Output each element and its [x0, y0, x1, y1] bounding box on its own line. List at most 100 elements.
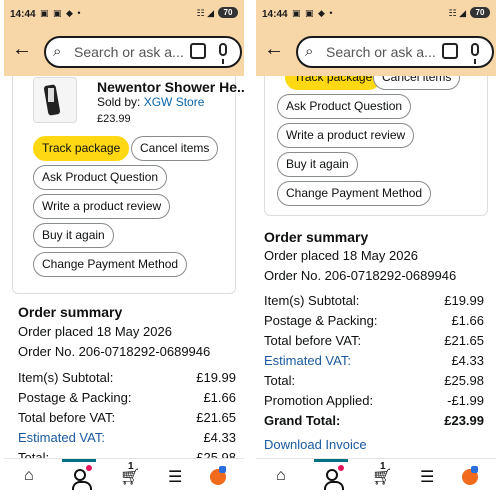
microphone-icon[interactable]	[471, 43, 479, 64]
summary-row-promotion: Promotion Applied: -£1.99	[264, 393, 484, 408]
item-card: Newentor Shower He... Sold by: XGW Store…	[12, 76, 244, 294]
search-bar[interactable]: ⌕ Search or ask a...	[44, 36, 242, 68]
estimated-vat-link[interactable]: Estimated VAT:	[18, 430, 105, 445]
signal-icons: ☷ ◢	[196, 8, 215, 18]
active-tab-indicator	[62, 459, 96, 462]
row-label: Postage & Packing:	[18, 390, 132, 405]
row-label: Postage & Packing:	[264, 313, 378, 328]
ask-question-button[interactable]: Ask Product Question	[277, 94, 412, 119]
product-image[interactable]	[33, 77, 77, 123]
notification-dot	[338, 465, 344, 471]
camera-search-icon[interactable]	[442, 43, 458, 59]
cancel-items-button[interactable]: Cancel items	[131, 136, 219, 161]
notification-icons: ▣ ▣ ◆ •	[40, 8, 82, 18]
battery-icon: 70	[470, 7, 490, 18]
row-value: £4.33	[451, 353, 484, 368]
summary-row-before-vat: Total before VAT: £21.65	[264, 333, 484, 348]
status-time: 14:44	[262, 9, 288, 20]
menu-icon[interactable]: ☰	[168, 467, 182, 487]
search-icon: ⌕	[305, 43, 314, 60]
search-icon: ⌕	[53, 43, 62, 60]
menu-icon[interactable]: ☰	[420, 467, 434, 487]
account-icon[interactable]	[324, 469, 344, 490]
home-icon[interactable]: ⌂	[276, 467, 286, 485]
row-value: £1.66	[203, 390, 236, 405]
ask-question-button[interactable]: Ask Product Question	[33, 165, 168, 190]
estimated-vat-link[interactable]: Estimated VAT:	[264, 353, 351, 368]
status-bar: 14:44 ▣ ▣ ◆ • ☷ ◢ 70	[256, 0, 496, 26]
sold-by-label: Sold by:	[97, 95, 144, 109]
camera-search-icon[interactable]	[190, 43, 206, 59]
order-number: Order No. 206-0718292-0689946	[18, 344, 211, 359]
assistant-icon[interactable]	[210, 466, 226, 485]
row-value: £25.98	[444, 373, 484, 388]
seller-link[interactable]: XGW Store	[144, 95, 205, 109]
row-value: -£1.99	[447, 393, 484, 408]
summary-row-total: Total: £25.98	[18, 450, 236, 458]
active-tab-indicator	[314, 459, 348, 462]
summary-row-before-vat: Total before VAT: £21.65	[18, 410, 236, 425]
search-input[interactable]: Search or ask a...	[326, 44, 436, 60]
row-label: Total before VAT:	[18, 410, 116, 425]
summary-row-subtotal: Item(s) Subtotal: £19.99	[264, 293, 484, 308]
cart-icon[interactable]: 🛒︎ 1	[372, 461, 392, 487]
notification-icons: ▣ ▣ ◆ •	[292, 8, 334, 18]
row-label: Total:	[264, 373, 296, 388]
back-arrow-icon[interactable]: ←	[12, 38, 32, 60]
search-bar[interactable]: ⌕ Search or ask a...	[296, 36, 494, 68]
write-review-button[interactable]: Write a product review	[33, 194, 171, 219]
status-bar: 14:44 ▣ ▣ ◆ • ☷ ◢ 70	[4, 0, 244, 26]
notification-dot	[86, 465, 92, 471]
bottom-nav: ⌂ 🛒︎ 1 ☰	[256, 458, 496, 500]
account-icon[interactable]	[72, 469, 92, 490]
row-value: £23.99	[444, 413, 484, 428]
signal-icons: ☷ ◢	[448, 8, 467, 18]
cart-count: 1	[380, 461, 386, 472]
order-placed-date: Order placed 18 May 2026	[18, 324, 172, 339]
item-card: Track package Cancel items Ask Product Q…	[264, 76, 488, 216]
row-label: Promotion Applied:	[264, 393, 374, 408]
back-arrow-icon[interactable]: ←	[264, 38, 284, 60]
left-screen: 14:44 ▣ ▣ ◆ • ☷ ◢ 70 ← ⌕ Search or ask a…	[4, 0, 244, 500]
assistant-icon[interactable]	[462, 466, 478, 485]
summary-row-total: Total: £25.98	[264, 373, 484, 388]
home-icon[interactable]: ⌂	[24, 467, 34, 485]
row-value: £25.98	[196, 450, 236, 458]
order-details: Track package Cancel items Ask Product Q…	[256, 76, 496, 458]
row-value: £4.33	[203, 430, 236, 445]
order-details: Newentor Shower He... Sold by: XGW Store…	[4, 76, 244, 458]
status-time: 14:44	[10, 9, 36, 20]
change-payment-button[interactable]: Change Payment Method	[277, 181, 432, 206]
download-invoice-link[interactable]: Download Invoice	[264, 437, 367, 452]
row-value: £21.65	[444, 333, 484, 348]
cancel-items-button[interactable]: Cancel items	[373, 76, 461, 90]
order-placed-date: Order placed 18 May 2026	[264, 248, 418, 263]
row-label: Total:	[18, 450, 50, 458]
product-title[interactable]: Newentor Shower He...	[97, 79, 244, 95]
app-header: 14:44 ▣ ▣ ◆ • ☷ ◢ 70 ← ⌕ Search or ask a…	[256, 0, 496, 76]
write-review-button[interactable]: Write a product review	[277, 123, 415, 148]
summary-row-grand-total: Grand Total: £23.99	[264, 413, 484, 428]
summary-row-postage: Postage & Packing: £1.66	[18, 390, 236, 405]
row-label: Grand Total:	[264, 413, 341, 428]
battery-icon: 70	[218, 7, 238, 18]
row-label: Item(s) Subtotal:	[264, 293, 360, 308]
app-header: 14:44 ▣ ▣ ◆ • ☷ ◢ 70 ← ⌕ Search or ask a…	[4, 0, 244, 76]
track-package-button[interactable]: Track package	[33, 136, 130, 161]
summary-row-subtotal: Item(s) Subtotal: £19.99	[18, 370, 236, 385]
summary-row-vat[interactable]: Estimated VAT: £4.33	[264, 353, 484, 368]
row-value: £1.66	[451, 313, 484, 328]
change-payment-button[interactable]: Change Payment Method	[33, 252, 188, 277]
buy-again-button[interactable]: Buy it again	[33, 223, 114, 248]
microphone-icon[interactable]	[219, 43, 227, 64]
right-screen: 14:44 ▣ ▣ ◆ • ☷ ◢ 70 ← ⌕ Search or ask a…	[256, 0, 496, 500]
search-input[interactable]: Search or ask a...	[74, 44, 184, 60]
cart-icon[interactable]: 🛒︎ 1	[120, 461, 140, 487]
buy-again-button[interactable]: Buy it again	[277, 152, 358, 177]
product-seller: Sold by: XGW Store	[97, 95, 204, 109]
row-value: £19.99	[196, 370, 236, 385]
summary-row-vat[interactable]: Estimated VAT: £4.33	[18, 430, 236, 445]
bottom-nav: ⌂ 🛒︎ 1 ☰	[4, 458, 244, 500]
row-value: £21.65	[196, 410, 236, 425]
track-package-button[interactable]: Track package	[285, 76, 382, 90]
